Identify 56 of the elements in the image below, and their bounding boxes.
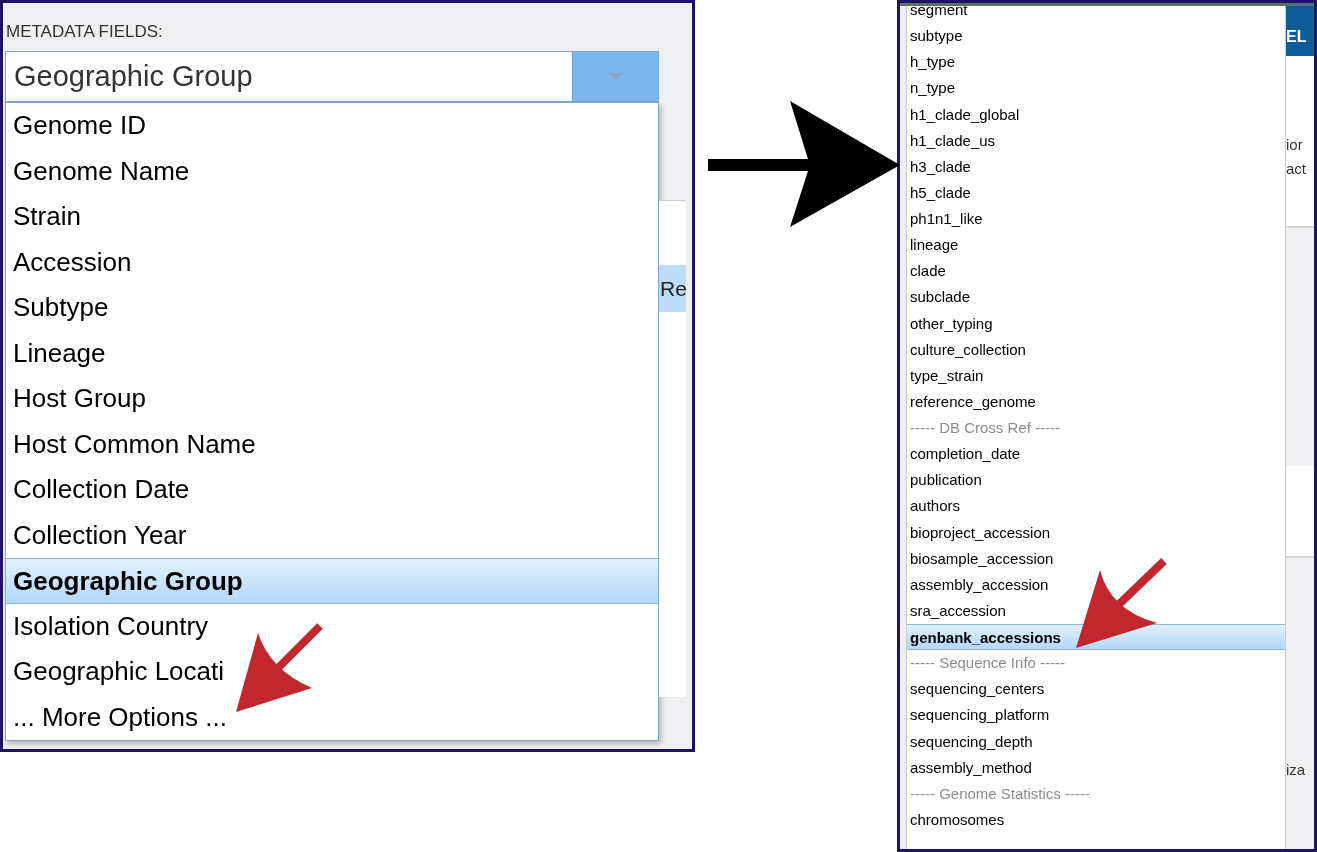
group-header: ----- DB Cross Ref ----- [909,418,1061,438]
dropdown-option[interactable]: Lineage [6,330,658,376]
dropdown-option[interactable]: Collection Date [6,467,658,513]
dropdown-option[interactable]: assembly_accession [907,571,1285,598]
dropdown-option[interactable]: Collection Year [6,512,658,558]
arrow-icon [1076,558,1167,648]
dropdown-option[interactable]: n_type [907,75,1285,102]
dropdown-option[interactable]: chromosomes [907,806,1285,833]
dropdown-option[interactable]: Accession [6,239,658,285]
dropdown-option[interactable]: genbank_accessions [907,624,1285,651]
dropdown-option[interactable]: sequencing_centers [907,676,1285,703]
dropdown-option[interactable]: Isolation Country [6,603,658,649]
dropdown-option[interactable]: lineage [907,232,1285,259]
text-fragment: ior [1286,135,1304,155]
text-fragment: act [1286,159,1307,179]
arrow-icon [708,101,900,227]
dropdown-option[interactable]: publication [907,467,1285,494]
arrow-icon [236,623,323,712]
dropdown-option[interactable]: biosample_accession [907,545,1285,572]
dropdown-option[interactable]: h5_clade [907,179,1285,206]
select-field[interactable]: Geographic Group [5,51,659,102]
dropdown-option[interactable]: clade [907,258,1285,285]
dropdown-option[interactable]: Strain [6,194,658,240]
dropdown-option[interactable]: reference_genome [907,388,1285,415]
dropdown-arrow-icon [608,72,623,81]
dropdown-option[interactable]: Subtype [6,285,658,331]
dropdown-option[interactable]: sra_accession [907,597,1285,624]
dropdown-option[interactable]: h1_clade_us [907,127,1285,154]
dropdown-option[interactable]: authors [907,493,1285,520]
dropdown-option[interactable]: completion_date [907,441,1285,468]
dropdown-option[interactable]: Genome ID [6,103,658,149]
metadata-fields-label: METADATA FIELDS: [5,21,164,43]
dropdown-option[interactable]: h3_clade [907,153,1285,180]
dropdown-option[interactable]: h1_clade_global [907,101,1285,128]
dropdown-option[interactable]: ph1n1_like [907,206,1285,233]
dropdown-option[interactable]: type_strain [907,362,1285,389]
header-text-fragment: EL [1286,28,1307,45]
dropdown-option[interactable]: Geographic Group [6,558,658,604]
text-fragment: iza [1286,760,1307,780]
dropdown-option[interactable]: assembly_method [907,754,1285,781]
dropdown-option[interactable]: bioproject_accession [907,519,1285,546]
dropdown-option[interactable]: Genome Name [6,148,658,194]
dropdown-option[interactable]: ... More Options ... [6,694,658,740]
dropdown-option[interactable]: Host Group [6,376,658,422]
dropdown-option[interactable]: subclade [907,284,1285,311]
dropdown-option[interactable]: Host Common Name [6,421,658,467]
dropdown-option[interactable]: sequencing_depth [907,728,1285,755]
group-header: ----- Genome Statistics ----- [909,783,1091,804]
dropdown-option[interactable]: h_type [907,49,1285,76]
dropdown-option[interactable]: segment [907,6,1285,24]
dropdown-option[interactable]: sequencing_platform [907,702,1285,729]
dropdown-option[interactable]: subtype [907,23,1285,50]
dropdown-option[interactable]: other_typing [907,310,1285,337]
dropdown-option[interactable]: Geographic Locati [6,649,658,695]
group-header: ----- Sequence Info ----- [909,653,1067,674]
dropdown-option[interactable]: culture_collection [907,336,1285,363]
